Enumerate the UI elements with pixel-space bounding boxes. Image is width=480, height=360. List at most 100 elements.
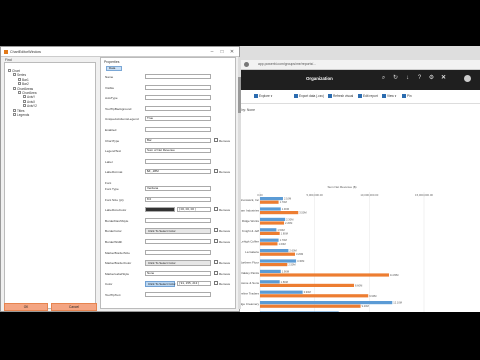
expand-toggle-icon[interactable] [23, 99, 26, 103]
property-field[interactable] [145, 74, 211, 79]
data-label: 12.10M [393, 301, 402, 305]
remove-label: Remove [219, 170, 231, 175]
expand-toggle-icon[interactable] [13, 108, 16, 112]
tree-item-label: Bar2 [22, 82, 29, 87]
close-icon[interactable]: ✕ [440, 75, 447, 82]
tree-item[interactable]: Series [13, 73, 26, 77]
tree-item[interactable]: Bar2 [18, 82, 29, 86]
maximize-icon[interactable]: □ [217, 48, 227, 56]
remove-checkbox[interactable] [214, 137, 218, 142]
properties-scrollbar[interactable] [238, 57, 241, 309]
tree-item[interactable]: Legends [13, 113, 29, 117]
screen: app.powerbi.com/groups/me/reports/... Or… [0, 46, 480, 312]
property-field[interactable] [145, 158, 211, 164]
data-label: 8.60M [355, 283, 362, 287]
toolbar-pin-button[interactable]: Pin [402, 94, 412, 98]
property-field[interactable] [145, 292, 211, 297]
ok-button[interactable]: OK [4, 303, 48, 311]
toolbar-refresh-button[interactable]: Refresh visual [328, 94, 353, 98]
data-label: 9.90M [369, 294, 376, 298]
scrollbar-thumb[interactable] [238, 77, 241, 113]
toolbar-explore-button[interactable]: Explore ▾ [254, 94, 272, 98]
tree-item[interactable]: AxisY2 [23, 104, 37, 108]
x-tick-label-top: 0.00 [257, 193, 263, 197]
remove-checkbox[interactable] [214, 228, 218, 233]
expand-toggle-icon[interactable] [13, 73, 16, 77]
remove-checkbox[interactable] [214, 260, 218, 265]
x-tick-label-top: 10,000,000.00 [360, 193, 378, 197]
tree-item[interactable]: ChartArea [18, 91, 37, 95]
color-picker-button[interactable]: Click To Select Color [145, 228, 211, 235]
color-value-field[interactable]: [ 00, 00, 00 ] [177, 207, 211, 213]
tree-item[interactable]: Chart [8, 69, 20, 73]
tree-item[interactable]: ChartAreas [13, 86, 33, 91]
cancel-button[interactable]: Cancel [51, 303, 97, 311]
remove-checkbox[interactable] [214, 239, 218, 243]
property-field[interactable]: $#,,,##M [145, 169, 211, 175]
bar [260, 207, 281, 211]
remove-checkbox[interactable] [214, 169, 218, 174]
remove-label: Remove [219, 282, 231, 287]
expand-toggle-icon[interactable] [8, 69, 11, 72]
chart-tree[interactable]: Chart Series Bar1 Bar2 ChartAreas ChartArea Ax… [4, 62, 96, 309]
remove-checkbox[interactable] [214, 270, 218, 275]
color-picker-button[interactable]: Click To Select Color [145, 281, 176, 288]
expand-toggle-icon[interactable] [18, 91, 21, 94]
property-field[interactable] [145, 84, 211, 90]
property-field[interactable]: 8.0 [145, 196, 211, 202]
tree-item[interactable]: Bar1 [18, 77, 29, 82]
chart-editor-dialog: ChartEditorWindow – □ ✕ Find Chart Series… [0, 46, 241, 312]
property-field[interactable]: Sum of Net Revenue [145, 148, 211, 154]
category-label: Oakley Paints [240, 271, 259, 275]
expand-toggle-icon[interactable] [13, 86, 16, 90]
remove-checkbox[interactable] [214, 281, 218, 286]
bar [260, 197, 283, 201]
property-field[interactable]: Verdana [145, 186, 211, 191]
download-icon[interactable]: ↓ [404, 75, 411, 82]
settings-icon[interactable]: ⚙ [428, 75, 435, 82]
expand-toggle-icon[interactable] [13, 113, 16, 116]
property-field[interactable]: None [145, 270, 211, 276]
tree-item[interactable]: AxisX [23, 99, 35, 104]
refresh-icon[interactable] [244, 62, 249, 67]
property-field[interactable] [145, 95, 211, 101]
tree-item[interactable]: AxisY [23, 95, 35, 99]
avatar[interactable] [464, 75, 471, 82]
property-field[interactable] [145, 239, 211, 244]
property-field[interactable] [145, 249, 211, 255]
remove-checkbox[interactable] [214, 207, 218, 212]
history-icon[interactable]: ↻ [392, 75, 399, 82]
close-icon[interactable]: ✕ [227, 48, 237, 56]
toolbar-export-button[interactable]: Export data (.csv) [294, 94, 324, 98]
browser-tab-strip[interactable] [232, 46, 480, 60]
color-value-field[interactable]: [ 91, 155, 213 ] [177, 281, 211, 287]
toolbar-edit-button[interactable]: Edit report [358, 94, 378, 98]
property-field[interactable] [145, 207, 175, 213]
tab-data[interactable]: Data [106, 66, 122, 71]
minimize-icon[interactable]: – [207, 48, 217, 56]
help-icon[interactable]: ? [416, 75, 423, 82]
dialog-title: ChartEditorWindow [10, 50, 41, 54]
url-text[interactable]: app.powerbi.com/groups/me/reports/... [258, 62, 316, 66]
expand-toggle-icon[interactable] [23, 104, 26, 108]
toolbar-view-button[interactable]: View ▾ [382, 94, 396, 98]
tree-item-label: Chart [12, 69, 20, 73]
property-field[interactable]: True [145, 116, 211, 122]
bar [260, 304, 361, 308]
color-picker-button[interactable]: Click To Select Color [145, 260, 211, 267]
remove-label: Remove [219, 138, 231, 143]
search-icon[interactable]: ⌕ [380, 75, 387, 82]
tree-item-label: Bar1 [22, 77, 29, 82]
property-field[interactable] [145, 217, 211, 223]
property-field[interactable]: Bar [145, 137, 211, 143]
property-label: ToolTipText [105, 293, 121, 297]
expand-toggle-icon[interactable] [18, 77, 21, 81]
property-field[interactable] [145, 127, 211, 132]
property-field[interactable] [145, 105, 211, 111]
property-label: Color [105, 282, 113, 287]
data-label: 1.50M [277, 228, 284, 232]
address-bar[interactable]: app.powerbi.com/groups/me/reports/... [232, 60, 480, 70]
expand-toggle-icon[interactable] [23, 95, 26, 99]
tree-item[interactable]: Titles [13, 108, 25, 113]
expand-toggle-icon[interactable] [18, 82, 21, 86]
